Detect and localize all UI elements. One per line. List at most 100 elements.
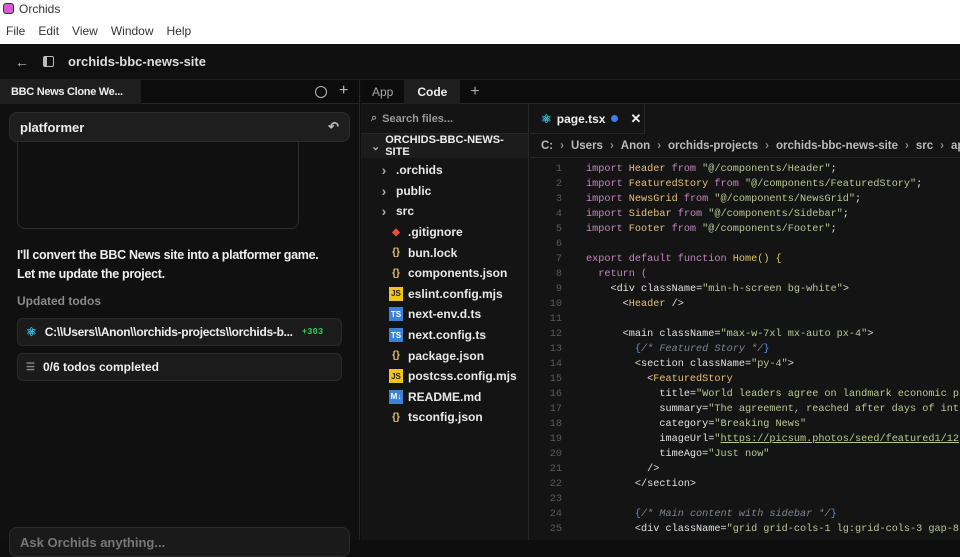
code-line: 23	[530, 492, 960, 507]
breadcrumb-item[interactable]: Users	[571, 140, 603, 152]
menu-file[interactable]: File	[6, 24, 25, 38]
prompt-box[interactable]: platformer ↶	[9, 112, 350, 142]
file-name: next-env.d.ts	[408, 307, 481, 321]
file-tree-item[interactable]: {}components.json	[361, 263, 528, 284]
menu-view[interactable]: View	[72, 24, 98, 38]
unsaved-dot-icon	[611, 115, 618, 122]
line-number: 14	[530, 357, 562, 372]
file-tree-item[interactable]: {}tsconfig.json	[361, 407, 528, 428]
code-token: /* Featured Story */	[641, 344, 763, 355]
chevron-down-icon: ⌄	[371, 140, 380, 153]
code-line: 7export default function Home() {	[530, 252, 960, 267]
line-number: 19	[530, 432, 562, 447]
code-token: {	[586, 344, 641, 355]
code-line: 19 imageUrl="https://picsum.photos/seed/…	[530, 432, 960, 447]
code-token: title=	[586, 389, 696, 400]
line-number: 3	[530, 192, 562, 207]
code-area[interactable]: 1import Header from "@/components/Header…	[530, 158, 960, 537]
todos-card[interactable]: ☰ 0/6 todos completed	[17, 353, 342, 381]
chat-tab[interactable]: BBC News Clone We...	[0, 80, 141, 104]
file-search[interactable]: ⌕ Search files...	[361, 104, 528, 134]
back-arrow-icon[interactable]: ←	[15, 54, 29, 70]
code-token: "@/components/Header"	[702, 164, 830, 175]
checklist-icon: ☰	[26, 362, 35, 373]
file-name: next.config.ts	[408, 328, 486, 342]
code-line: 17 summary="The agreement, reached after…	[530, 402, 960, 417]
line-number: 24	[530, 507, 562, 522]
code-token: /* Main content with sidebar */	[641, 509, 831, 520]
history-icon[interactable]	[315, 86, 327, 98]
editor-tab[interactable]: ⚛ page.tsx ✕	[530, 104, 645, 134]
code-token: ;	[831, 224, 837, 235]
file-card[interactable]: ⚛ C:\\Users\\Anon\\orchids-projects\\orc…	[17, 318, 342, 346]
breadcrumb-item[interactable]: orchids-bbc-news-site	[776, 140, 898, 152]
line-number: 6	[530, 237, 562, 252]
menu-help[interactable]: Help	[167, 24, 192, 38]
code-line: 18 category="Breaking News"	[530, 417, 960, 432]
chat-input-placeholder: Ask Orchids anything...	[20, 535, 165, 550]
line-number: 15	[530, 372, 562, 387]
file-tree-item[interactable]: ◆.gitignore	[361, 222, 528, 243]
code-line: 10 <Header />	[530, 297, 960, 312]
code-token: Sidebar	[629, 209, 678, 220]
search-icon: ⌕	[371, 112, 377, 125]
line-number: 18	[530, 417, 562, 432]
file-tree-item[interactable]: {}bun.lock	[361, 242, 528, 263]
chat-input[interactable]: Ask Orchids anything...	[9, 527, 350, 557]
add-tab-icon[interactable]: +	[460, 83, 489, 101]
code-line: 1import Header from "@/components/Header…	[530, 162, 960, 177]
json-icon: {}	[389, 246, 403, 260]
line-number: 16	[530, 387, 562, 402]
react-icon: ⚛	[26, 325, 37, 339]
breadcrumb-item[interactable]: C:	[541, 140, 553, 152]
code-token: return (	[586, 269, 647, 280]
code-token: import	[586, 164, 629, 175]
menu-window[interactable]: Window	[111, 24, 154, 38]
code-token: Header	[629, 299, 666, 310]
file-tree-item[interactable]: ›public	[361, 181, 528, 202]
code-line: 2import FeaturedStory from "@/components…	[530, 177, 960, 192]
line-number: 7	[530, 252, 562, 267]
explorer-root[interactable]: ⌄ ORCHIDS-BBC-NEWS-SITE	[361, 134, 528, 158]
file-tree-item[interactable]: TSnext.config.ts	[361, 325, 528, 346]
file-tree-item[interactable]: ›.orchids	[361, 160, 528, 181]
code-token: "@/components/NewsGrid"	[714, 194, 855, 205]
breadcrumb-item[interactable]: app	[951, 140, 960, 152]
breadcrumb-item[interactable]: Anon	[621, 140, 650, 152]
code-token: ;	[916, 179, 922, 190]
code-token: from	[714, 179, 745, 190]
app-header: ← orchids-bbc-news-site	[0, 44, 960, 80]
tab-code[interactable]: Code	[404, 80, 460, 104]
code-token: export default function	[586, 254, 733, 265]
code-token: from	[684, 194, 715, 205]
undo-icon[interactable]: ↶	[328, 119, 339, 135]
code-line: 15 <FeaturedStory	[530, 372, 960, 387]
prompt-text: platformer	[20, 120, 84, 135]
file-tree-item[interactable]: M↓README.md	[361, 387, 528, 408]
code-token: summary=	[586, 404, 708, 415]
code-token: className=	[665, 524, 726, 535]
code-line: 4import Sidebar from "@/components/Sideb…	[530, 207, 960, 222]
menu-edit[interactable]: Edit	[38, 24, 59, 38]
close-tab-icon[interactable]: ✕	[630, 111, 641, 127]
file-tree-item[interactable]: TSnext-env.d.ts	[361, 304, 528, 325]
code-line: 6	[530, 237, 960, 252]
sidebar-toggle-icon[interactable]	[43, 56, 54, 67]
file-tree-item[interactable]: {}package.json	[361, 345, 528, 366]
json-icon: {}	[389, 266, 403, 280]
file-tree-item[interactable]: JSpostcss.config.mjs	[361, 366, 528, 387]
chevron-right-icon: ›	[940, 140, 944, 152]
code-token: category=	[586, 419, 714, 430]
code-token: Header	[629, 164, 672, 175]
new-chat-icon[interactable]: +	[339, 82, 348, 100]
breadcrumb-item[interactable]: orchids-projects	[668, 140, 758, 152]
code-token: from	[672, 224, 703, 235]
code-token: >	[843, 284, 849, 295]
code-line: 14 <section className="py-4">	[530, 357, 960, 372]
git-icon: ◆	[389, 225, 403, 239]
file-tree-item[interactable]: ›src	[361, 201, 528, 222]
breadcrumb-item[interactable]: src	[916, 140, 933, 152]
tab-app[interactable]: App	[361, 85, 404, 99]
line-number: 2	[530, 177, 562, 192]
file-tree-item[interactable]: JSeslint.config.mjs	[361, 284, 528, 305]
